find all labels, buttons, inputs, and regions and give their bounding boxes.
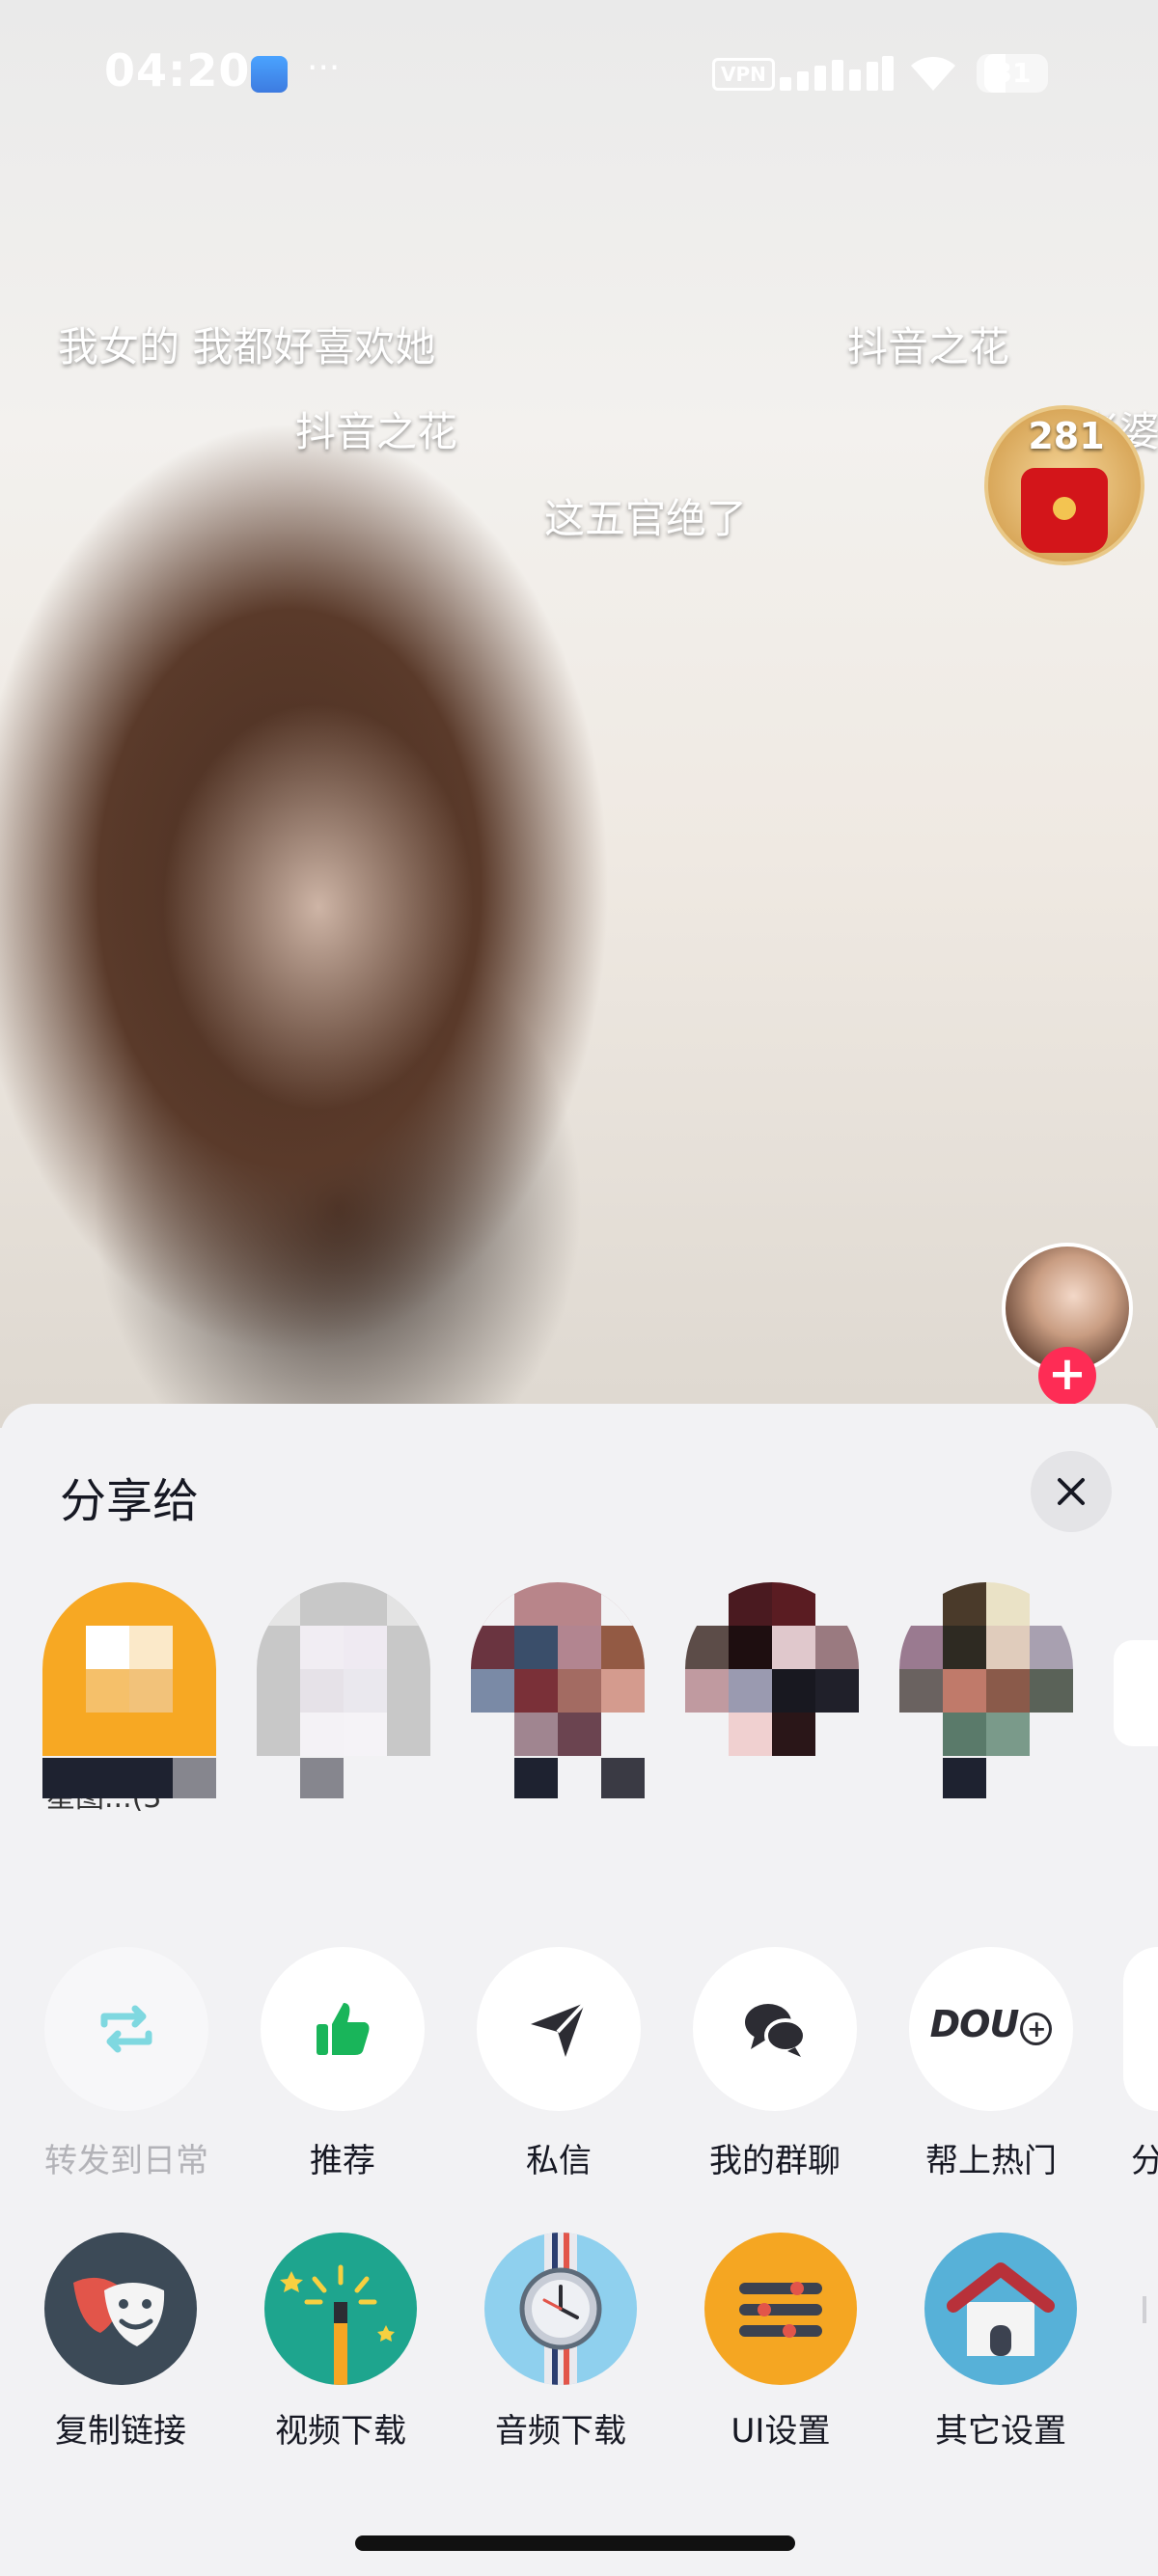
contact-name-bar [601, 1758, 645, 1798]
notification-app-icon [251, 56, 288, 93]
theater-mask-icon [73, 2277, 165, 2346]
contact-item-partial[interactable] [1114, 1640, 1158, 1746]
contact-item[interactable] [899, 1582, 1073, 1804]
battery-level: 31 [993, 57, 1032, 89]
copy-link-button[interactable] [44, 2233, 197, 2385]
chat-bubbles-icon [745, 2004, 807, 2057]
red-packet-icon [1021, 468, 1108, 553]
house-icon [947, 2262, 1055, 2356]
contact-name-bar [514, 1758, 558, 1798]
ui-settings-label: UI设置 [731, 2412, 831, 2451]
status-time: 04:20 [104, 44, 251, 96]
contact-name-bar [943, 1758, 986, 1798]
thumbs-up-icon [317, 2003, 370, 2055]
contact-avatar [471, 1582, 645, 1756]
video-download-label: 视频下载 [275, 2412, 406, 2451]
contact-avatar [257, 1582, 430, 1756]
action-group-chat-label: 我的群聊 [709, 2142, 841, 2180]
video-download-button[interactable] [264, 2233, 417, 2385]
other-settings-label: 其它设置 [935, 2412, 1066, 2451]
close-icon [1058, 1478, 1085, 1505]
send-icon [531, 2001, 587, 2057]
status-bar: 04:20 ··· VPN 31 [0, 0, 1158, 145]
share-sheet-title: 分享给 [60, 1474, 200, 1528]
more-notifications-icon: ··· [307, 48, 341, 88]
contact-item[interactable] [685, 1582, 859, 1804]
video-player[interactable] [0, 0, 1158, 1428]
other-settings-button[interactable] [924, 2233, 1077, 2385]
watch-icon [519, 2233, 602, 2385]
signal-icon [780, 52, 894, 91]
danmaku-comment: 我女的 我都好喜欢她 [58, 323, 436, 370]
tool-item-partial[interactable] [1143, 2296, 1146, 2323]
vpn-badge: VPN [712, 58, 775, 91]
red-packet-count: 281 [1028, 415, 1105, 457]
danmaku-comment: 抖音之花 [295, 408, 458, 455]
copy-link-label: 复制链接 [55, 2412, 186, 2451]
magic-wand-icon [280, 2264, 395, 2385]
contact-item[interactable] [257, 1582, 430, 1804]
action-repost-label: 转发到日常 [44, 2142, 208, 2180]
wifi-icon [911, 57, 955, 91]
action-recommend-label: 推荐 [310, 2142, 375, 2180]
battery-icon: 31 [977, 54, 1048, 93]
close-button[interactable] [1031, 1451, 1112, 1532]
danmaku-comment: 抖音之花 [847, 323, 1010, 370]
ui-settings-button[interactable] [704, 2233, 857, 2385]
contact-name-bar [173, 1758, 216, 1798]
home-indicator[interactable] [355, 2535, 795, 2551]
audio-download-label: 音频下载 [495, 2412, 626, 2451]
list-settings-icon [739, 2282, 822, 2338]
danmaku-comment: 这五官绝了 [544, 495, 748, 542]
repost-icon [100, 2005, 152, 2053]
audio-download-button[interactable] [484, 2233, 637, 2385]
action-more-label: 分 [1131, 2142, 1158, 2180]
contact-avatar [685, 1582, 859, 1756]
contact-avatar [899, 1582, 1073, 1756]
contact-name-bar [42, 1758, 173, 1798]
action-dou-plus-label: 帮上热门 [925, 2142, 1057, 2180]
follow-button[interactable]: + [1038, 1347, 1096, 1405]
contact-avatar [42, 1582, 216, 1756]
dou-plus-icon: DOU + [909, 2003, 1073, 2045]
contact-name-bar [300, 1758, 344, 1798]
action-private-message-label: 私信 [526, 2142, 592, 2180]
